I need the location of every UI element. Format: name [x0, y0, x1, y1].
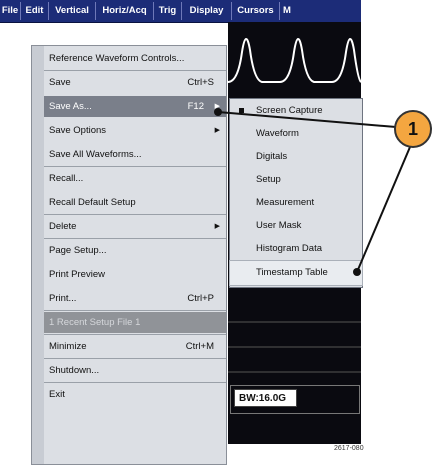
callout-lines	[214, 108, 411, 276]
callout-number-badge: 1	[394, 110, 432, 148]
figure-number: 2617-080	[334, 445, 364, 452]
